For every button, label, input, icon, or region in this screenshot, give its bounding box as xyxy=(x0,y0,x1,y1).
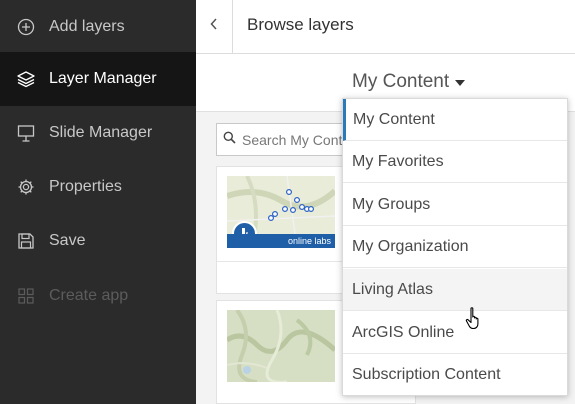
menu-item-my-groups[interactable]: My Groups xyxy=(343,184,567,226)
floppy-disk-icon xyxy=(17,232,35,250)
layers-icon xyxy=(17,70,35,88)
panel-header: Browse layers xyxy=(196,0,575,54)
page-title: Browse layers xyxy=(247,15,354,34)
sidebar-item-label: Add layers xyxy=(49,18,125,35)
sidebar-item-layer-manager[interactable]: Layer Manager xyxy=(0,52,196,106)
presentation-icon xyxy=(17,124,35,142)
sidebar-item-properties[interactable]: Properties xyxy=(0,160,196,214)
menu-item-my-content[interactable]: My Content xyxy=(343,99,567,141)
sidebar-item-slide-manager[interactable]: Slide Manager xyxy=(0,106,196,160)
menu-item-living-atlas[interactable]: Living Atlas xyxy=(343,269,567,311)
gear-icon xyxy=(17,178,35,196)
menu-item-my-organization[interactable]: My Organization xyxy=(343,226,567,268)
online-labs-badge: online labs xyxy=(227,234,335,248)
search-icon xyxy=(223,131,236,149)
sidebar-item-add-layers[interactable]: Add layers xyxy=(0,0,196,54)
sidebar-item-create-app: Create app xyxy=(0,269,196,323)
sidebar-item-label: Slide Manager xyxy=(49,124,153,141)
back-button[interactable] xyxy=(196,0,233,53)
sidebar-item-label: Properties xyxy=(49,178,122,195)
plus-circle-icon xyxy=(17,18,35,36)
sidebar-item-label: Create app xyxy=(49,287,129,304)
sidebar-item-save[interactable]: Save xyxy=(0,214,196,268)
caret-down-icon xyxy=(455,80,466,86)
hand-pointer-icon xyxy=(465,306,485,335)
menu-item-arcgis-online[interactable]: ArcGIS Online xyxy=(343,312,567,354)
sidebar-item-label: Layer Manager xyxy=(49,70,157,87)
menu-item-subscription-content[interactable]: Subscription Content xyxy=(343,354,567,396)
layer-thumbnail: online labs xyxy=(227,176,335,248)
grid-icon xyxy=(17,287,35,305)
sidebar: Add layers Layer Manager Slide Manager P… xyxy=(0,0,196,404)
scope-selected-label: My Content xyxy=(352,71,450,92)
sidebar-item-label: Save xyxy=(49,232,86,249)
scope-dropdown-menu: My Content My Favorites My Groups My Org… xyxy=(342,98,568,396)
layer-thumbnail xyxy=(227,310,335,382)
menu-item-my-favorites[interactable]: My Favorites xyxy=(343,141,567,183)
scope-dropdown-toggle[interactable]: My Content xyxy=(352,71,466,93)
chevron-left-icon xyxy=(209,17,219,36)
